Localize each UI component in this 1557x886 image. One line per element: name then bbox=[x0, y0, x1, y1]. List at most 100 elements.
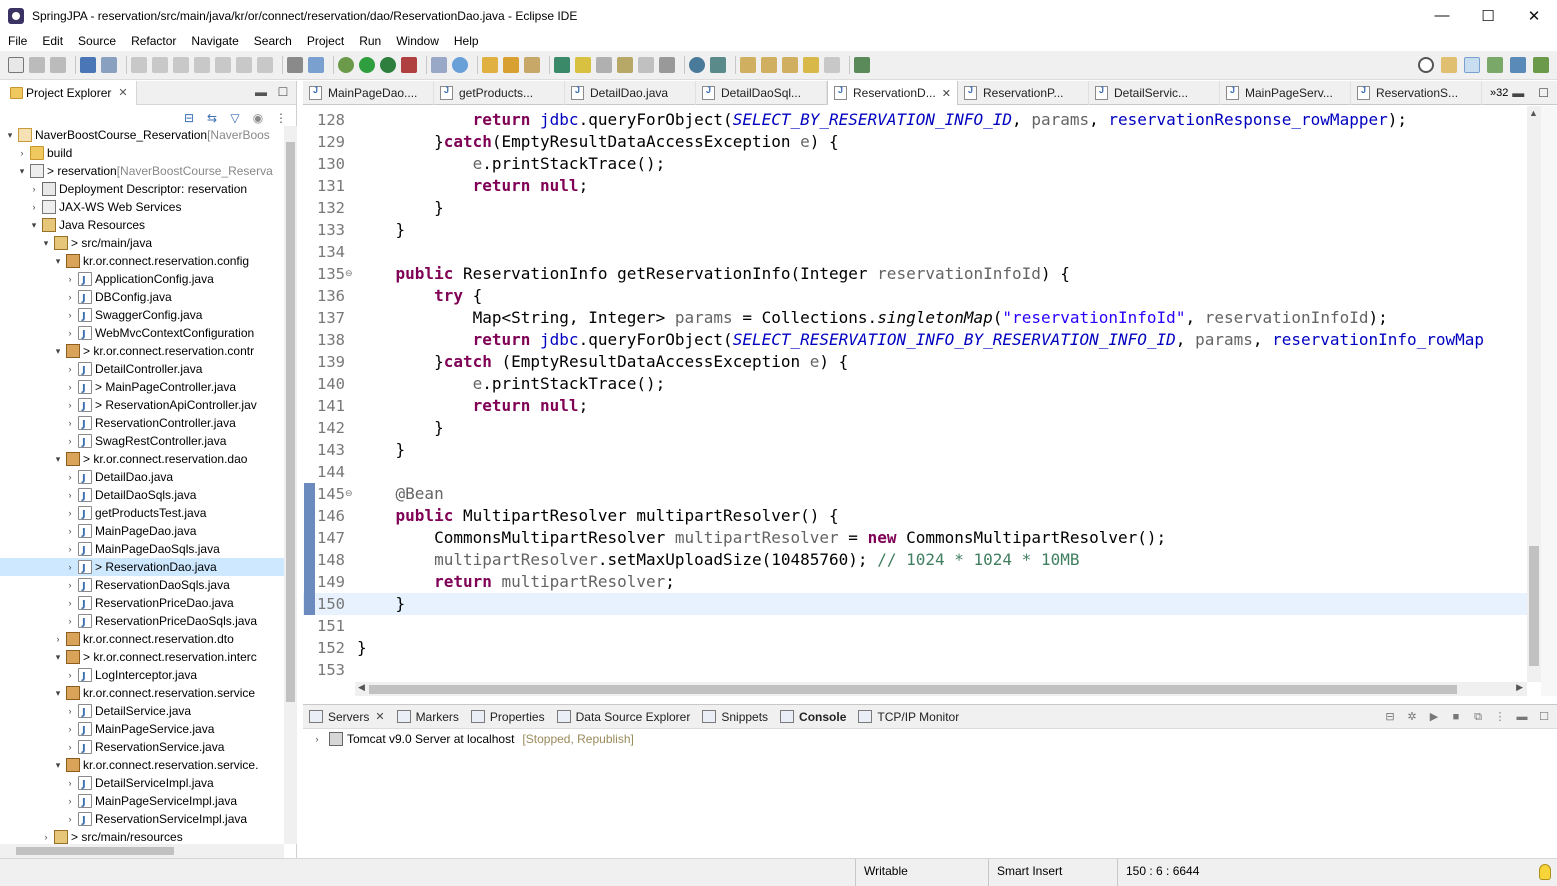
tree-item[interactable]: › ApplicationConfig.java bbox=[0, 270, 284, 290]
server-row[interactable]: › Tomcat v9.0 Server at localhost [Stopp… bbox=[303, 729, 1557, 749]
code-line[interactable]: 142 } bbox=[303, 417, 1527, 439]
console-icon[interactable] bbox=[80, 57, 96, 73]
code-line[interactable]: 129 }catch(EmptyResultDataAccessExceptio… bbox=[303, 131, 1527, 153]
chevron-right-icon[interactable]: › bbox=[64, 360, 76, 378]
tree-item[interactable]: › build bbox=[0, 144, 284, 162]
terminate-icon[interactable] bbox=[173, 57, 189, 73]
search-toolbar-icon[interactable] bbox=[524, 57, 540, 73]
chevron-right-icon[interactable]: › bbox=[64, 522, 76, 540]
tree-item[interactable]: › DetailDao.java bbox=[0, 468, 284, 488]
close-icon[interactable]: ✕ bbox=[375, 710, 384, 723]
chevron-right-icon[interactable]: › bbox=[64, 720, 76, 738]
menu-edit[interactable]: Edit bbox=[34, 34, 70, 48]
chevron-down-icon[interactable]: ▾ bbox=[4, 126, 16, 144]
chevron-right-icon[interactable]: › bbox=[64, 270, 76, 288]
code-line[interactable]: 134 bbox=[303, 241, 1527, 263]
tree-horizontal-scrollbar[interactable] bbox=[0, 844, 284, 858]
chevron-down-icon[interactable]: ▾ bbox=[52, 684, 64, 702]
bottom-tab-markers[interactable]: Markers bbox=[391, 705, 465, 729]
tree-item[interactable]: › DBConfig.java bbox=[0, 288, 284, 308]
code-line[interactable]: 132 } bbox=[303, 197, 1527, 219]
collapse-all-icon[interactable]: ⊟ bbox=[182, 111, 196, 125]
use-step-filters-icon[interactable] bbox=[287, 57, 303, 73]
editor-tab[interactable]: DetailDao.java bbox=[565, 81, 696, 105]
java-perspective-icon[interactable] bbox=[1487, 57, 1503, 73]
project-explorer-tab[interactable]: Project Explorer ✕ bbox=[0, 80, 137, 105]
code-line[interactable]: 141 return null; bbox=[303, 395, 1527, 417]
code-line[interactable]: 131 return null; bbox=[303, 175, 1527, 197]
project-tree[interactable]: ▾ NaverBoostCourse_Reservation [NaverBoos… bbox=[0, 126, 284, 844]
view-menu-icon[interactable]: ⋮ bbox=[1493, 710, 1507, 724]
new-server-icon[interactable] bbox=[431, 57, 447, 73]
step-over-icon[interactable] bbox=[236, 57, 252, 73]
expand-arrow-icon[interactable]: › bbox=[311, 734, 323, 744]
close-icon[interactable]: ✕ bbox=[118, 86, 127, 99]
debug-icon[interactable] bbox=[338, 57, 354, 73]
save-icon[interactable] bbox=[29, 57, 45, 73]
back-icon[interactable] bbox=[803, 57, 819, 73]
chevron-right-icon[interactable]: › bbox=[40, 828, 52, 844]
external-tools-icon[interactable] bbox=[401, 57, 417, 73]
code-line[interactable]: 146 public MultipartResolver multipartRe… bbox=[303, 505, 1527, 527]
chevron-down-icon[interactable]: ▾ bbox=[52, 252, 64, 270]
editor-tab[interactable]: ReservationP... bbox=[958, 81, 1089, 105]
code-line[interactable]: 136 try { bbox=[303, 285, 1527, 307]
minimize-panel-icon[interactable]: ▬ bbox=[1515, 710, 1529, 724]
code-line[interactable]: 144 bbox=[303, 461, 1527, 483]
editor-tab[interactable]: ReservationS... bbox=[1351, 81, 1482, 105]
tree-item[interactable]: ▾ > reservation [NaverBoostCourse_Reserva bbox=[0, 162, 284, 180]
tree-item[interactable]: › LogInterceptor.java bbox=[0, 666, 284, 686]
forward-icon[interactable] bbox=[824, 57, 840, 73]
open-perspective-dialog-icon[interactable] bbox=[1441, 57, 1457, 73]
chevron-right-icon[interactable]: › bbox=[64, 396, 76, 414]
previous-annotation-icon[interactable] bbox=[761, 57, 777, 73]
tree-item[interactable]: › SwagRestController.java bbox=[0, 432, 284, 452]
tree-item[interactable]: › ReservationPriceDao.java bbox=[0, 594, 284, 614]
tree-item[interactable]: ▾ > src/main/java bbox=[0, 234, 284, 252]
debug-perspective-icon[interactable] bbox=[1533, 57, 1549, 73]
tree-item[interactable]: › ReservationService.java bbox=[0, 738, 284, 758]
code-line[interactable]: 149 return multipartResolver; bbox=[303, 571, 1527, 593]
start-server-icon[interactable]: ▶ bbox=[1427, 710, 1441, 724]
tree-item[interactable]: › DetailServiceImpl.java bbox=[0, 774, 284, 794]
tree-item[interactable]: › ReservationController.java bbox=[0, 414, 284, 434]
tree-item[interactable]: › ReservationServiceImpl.java bbox=[0, 810, 284, 830]
menu-source[interactable]: Source bbox=[70, 34, 123, 48]
editor-tab[interactable]: ReservationD... ✕ bbox=[827, 81, 958, 105]
code-line[interactable]: 135 ⊖ public ReservationInfo getReservati… bbox=[303, 263, 1527, 285]
web-browser-icon[interactable] bbox=[689, 57, 705, 73]
open-perspective-icon[interactable] bbox=[854, 57, 870, 73]
code-line[interactable]: 147 CommonsMultipartResolver multipartRe… bbox=[303, 527, 1527, 549]
chevron-right-icon[interactable]: › bbox=[64, 612, 76, 630]
java-ee-perspective-icon[interactable] bbox=[1464, 57, 1480, 73]
tree-item[interactable]: ▾ > kr.or.connect.reservation.contr bbox=[0, 342, 284, 360]
chevron-down-icon[interactable]: ▾ bbox=[52, 648, 64, 666]
chevron-right-icon[interactable]: › bbox=[64, 792, 76, 810]
tree-item[interactable]: ▾ > kr.or.connect.reservation.dao bbox=[0, 450, 284, 468]
chevron-down-icon[interactable]: ▾ bbox=[52, 342, 64, 360]
last-edit-location-icon[interactable] bbox=[782, 57, 798, 73]
editor-tab[interactable]: DetailDaoSql... bbox=[696, 81, 827, 105]
editor-tab[interactable]: DetailServic... bbox=[1089, 81, 1220, 105]
open-task-icon[interactable] bbox=[503, 57, 519, 73]
fold-toggle-icon[interactable]: ⊖ bbox=[345, 483, 353, 505]
editor-tab[interactable]: getProducts... bbox=[434, 81, 565, 105]
tree-item[interactable]: › Deployment Descriptor: reservation bbox=[0, 180, 284, 198]
disconnect-icon[interactable] bbox=[194, 57, 210, 73]
step-return-icon[interactable] bbox=[257, 57, 273, 73]
resume-icon[interactable] bbox=[131, 57, 147, 73]
chevron-right-icon[interactable]: › bbox=[64, 738, 76, 756]
chevron-down-icon[interactable]: ▾ bbox=[40, 234, 52, 252]
editor-vertical-scrollbar[interactable]: ▲ bbox=[1527, 106, 1541, 682]
tree-vertical-scrollbar[interactable] bbox=[284, 126, 297, 844]
menu-refactor[interactable]: Refactor bbox=[123, 34, 183, 48]
chevron-right-icon[interactable]: › bbox=[64, 468, 76, 486]
chevron-right-icon[interactable]: › bbox=[64, 576, 76, 594]
save-all-icon[interactable] bbox=[50, 57, 66, 73]
lightbulb-icon[interactable] bbox=[1539, 864, 1551, 880]
filter-icon[interactable]: ▽ bbox=[228, 111, 242, 125]
chevron-right-icon[interactable]: › bbox=[64, 540, 76, 558]
chevron-down-icon[interactable]: ▾ bbox=[16, 162, 28, 180]
tree-item[interactable]: ▾ Java Resources bbox=[0, 216, 284, 234]
code-line[interactable]: 139 }catch (EmptyResultDataAccessExcepti… bbox=[303, 351, 1527, 373]
